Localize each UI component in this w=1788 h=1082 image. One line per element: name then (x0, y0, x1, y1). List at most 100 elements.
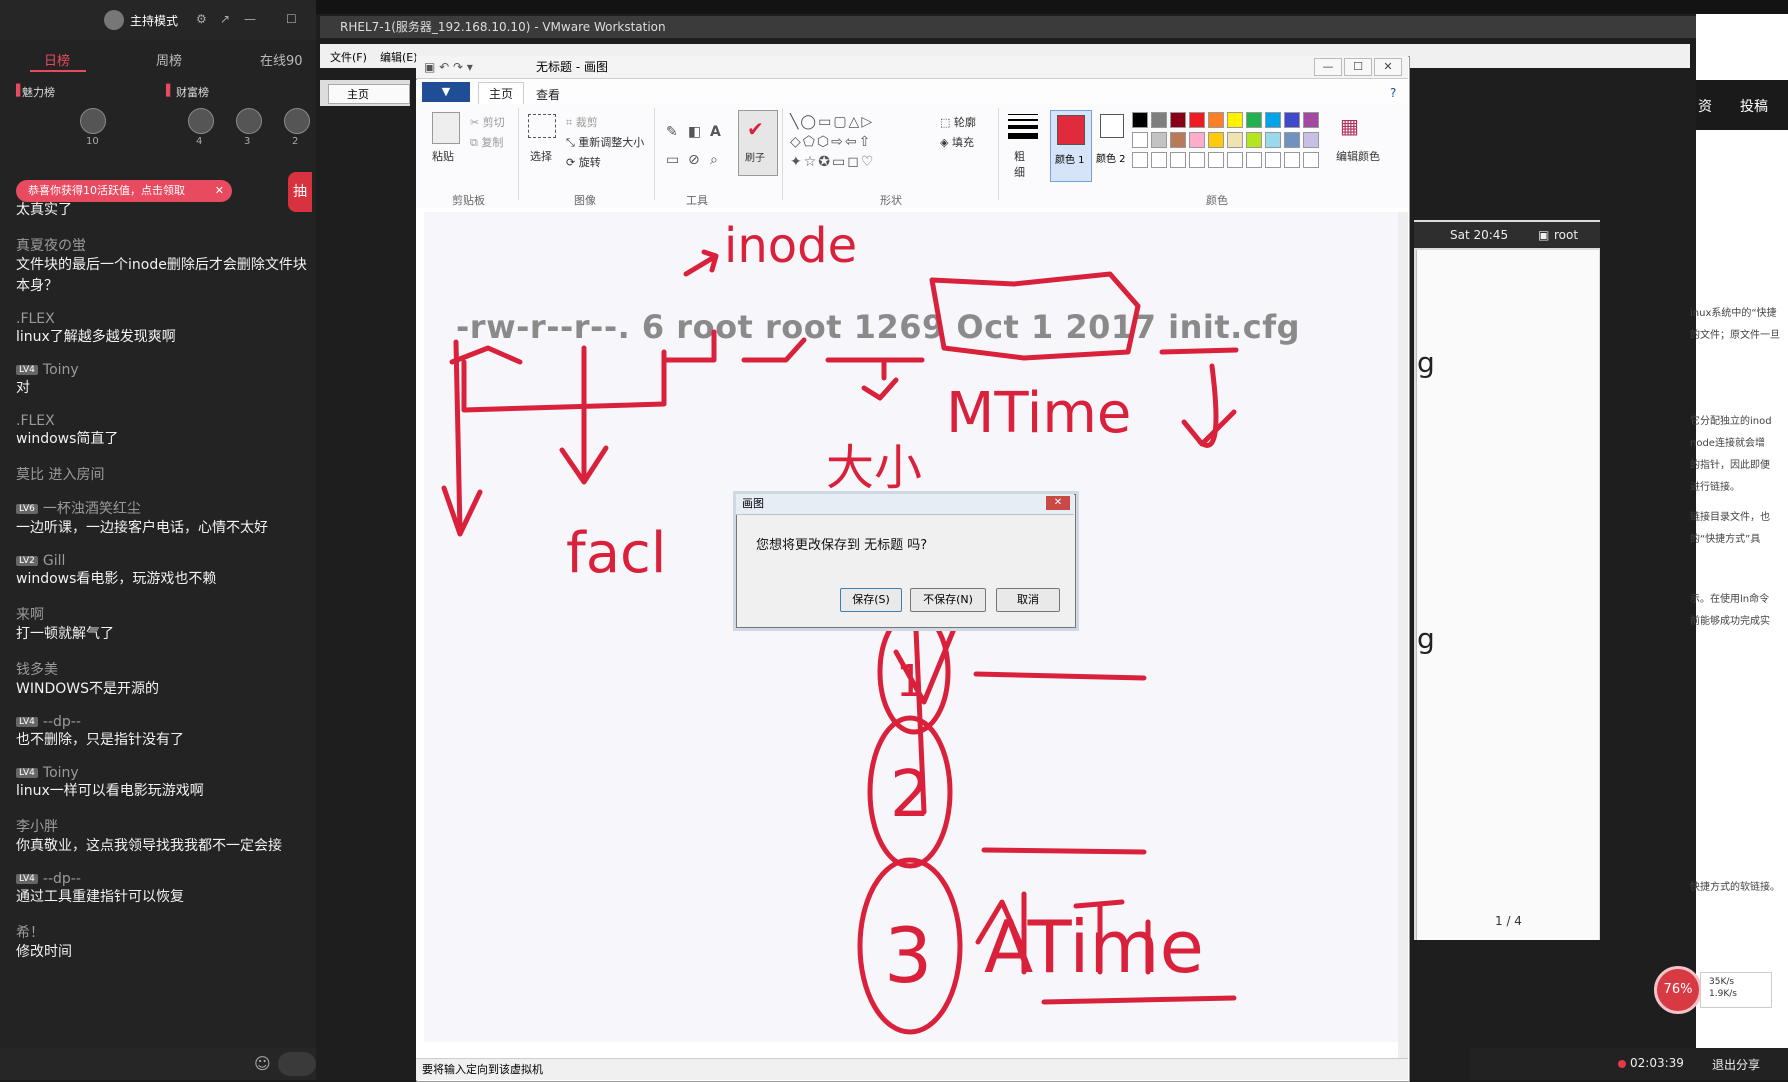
palette-swatch[interactable] (1170, 132, 1186, 148)
tab-weekly[interactable]: 周榜 (156, 50, 182, 69)
palette-swatch[interactable] (1303, 132, 1319, 148)
cut-button[interactable]: ✂ 剪切 (470, 114, 505, 130)
tab-daily[interactable]: 日榜 (44, 50, 70, 69)
share-icon[interactable]: ↗ (220, 12, 230, 26)
palette-swatch-empty[interactable] (1227, 152, 1243, 168)
palette-swatch[interactable] (1132, 132, 1148, 148)
rank-avatar[interactable] (284, 108, 310, 134)
palette-swatch[interactable] (1132, 112, 1148, 128)
menu-file[interactable]: 文件(F) (330, 49, 367, 65)
reward-toast[interactable]: 恭喜你获得10活跃值，点击领取 ✕ (16, 180, 232, 202)
cancel-button[interactable]: 取消 (996, 588, 1060, 612)
palette-swatch[interactable] (1189, 112, 1205, 128)
size-button[interactable]: 粗细 (1014, 148, 1028, 180)
paste-button[interactable]: 粘贴 (432, 148, 454, 164)
lottery-button[interactable]: 抽 (288, 172, 312, 212)
palette-swatch-empty[interactable] (1284, 152, 1300, 168)
palette-swatch-empty[interactable] (1151, 152, 1167, 168)
size-icon[interactable] (1008, 114, 1038, 140)
palette-swatch[interactable] (1265, 112, 1281, 128)
palette-swatch[interactable] (1227, 132, 1243, 148)
palette-swatch-empty[interactable] (1189, 152, 1205, 168)
header-item[interactable]: 资 (1698, 96, 1712, 116)
minimize-button[interactable]: — (1314, 58, 1342, 76)
chat-input[interactable] (278, 1052, 316, 1076)
palette-swatch[interactable] (1208, 112, 1224, 128)
palette-swatch[interactable] (1227, 112, 1243, 128)
fill-icon[interactable]: ◧ (688, 124, 701, 140)
rank-avatar[interactable] (188, 108, 214, 134)
palette-swatch-empty[interactable] (1208, 152, 1224, 168)
quick-access-icons[interactable]: ▣ ↶ ↷ ▾ (424, 56, 473, 78)
palette-swatch-empty[interactable] (1170, 152, 1186, 168)
wealth-rank-tab[interactable]: 财富榜 (176, 84, 209, 100)
rotate-button[interactable]: ⟳ 旋转 (566, 154, 601, 170)
palette-swatch-empty[interactable] (1246, 152, 1262, 168)
net-up: 35K/s (1709, 977, 1735, 987)
paste-icon[interactable] (432, 112, 460, 144)
header-item[interactable]: 投稿 (1740, 96, 1768, 116)
maximize-icon[interactable]: ☐ (286, 12, 297, 26)
crop-button[interactable]: ⌗ 裁剪 (566, 114, 598, 130)
rank-avatar[interactable] (236, 108, 262, 134)
settings-icon[interactable]: ⚙ (196, 12, 207, 26)
edit-colors-button[interactable]: 编辑颜色 (1336, 148, 1380, 164)
article-line: 的“快捷方式”具 (1690, 534, 1761, 545)
magnifier-icon[interactable]: ⌕ (710, 152, 718, 168)
pencil-icon[interactable]: ✎ (666, 124, 678, 140)
dialog-close-button[interactable]: ✕ (1046, 496, 1070, 510)
emoji-icon[interactable]: ☺ (254, 1054, 271, 1073)
color1-button[interactable]: 颜色 1 (1050, 110, 1092, 182)
outline-button[interactable]: ⬚ 轮廓 (940, 114, 976, 130)
help-icon[interactable]: ? (1390, 86, 1396, 100)
close-button[interactable]: ✕ (1374, 58, 1402, 76)
text-icon[interactable]: A (710, 124, 721, 140)
exit-share-button[interactable]: 退出分享 (1712, 1056, 1760, 1073)
palette-swatch[interactable] (1151, 112, 1167, 128)
menu-edit[interactable]: 编辑(E) (380, 49, 418, 65)
select-icon[interactable] (528, 114, 556, 138)
maximize-button[interactable]: ☐ (1344, 58, 1372, 76)
palette-swatch[interactable] (1303, 112, 1319, 128)
copy-button[interactable]: ⧉ 复制 (470, 134, 503, 150)
palette-swatch[interactable] (1265, 132, 1281, 148)
dont-save-button[interactable]: 不保存(N) (910, 588, 986, 612)
brush-button[interactable]: ✔ 刷子 (738, 110, 778, 176)
cpu-usage-badge[interactable]: 76% (1654, 966, 1702, 1014)
palette-swatch-empty[interactable] (1303, 152, 1319, 168)
tab-home[interactable]: 主页 (328, 84, 410, 104)
save-button[interactable]: 保存(S) (840, 588, 902, 612)
palette-swatch[interactable] (1208, 132, 1224, 148)
resize-button[interactable]: ⤡ 重新调整大小 (566, 134, 644, 150)
palette-swatch[interactable] (1246, 132, 1262, 148)
eraser-icon[interactable]: ▭ (666, 152, 679, 168)
palette-swatch[interactable] (1284, 112, 1300, 128)
palette-swatch-empty[interactable] (1265, 152, 1281, 168)
charm-rank-tab[interactable]: 魅力榜 (22, 84, 55, 100)
minimize-icon[interactable]: — (244, 12, 256, 26)
palette-swatch[interactable] (1189, 132, 1205, 148)
select-button[interactable]: 选择 (530, 148, 552, 164)
color-picker-icon[interactable]: ⊘ (688, 152, 700, 168)
rank-avatar[interactable] (80, 108, 106, 134)
close-icon[interactable]: ✕ (215, 180, 224, 202)
message-text: 一边听课，一边接客户电话，心情不太好 (16, 520, 268, 536)
shapes-gallery[interactable]: ╲◯▭▢△▷ ◇⬠⬡⇨⇦⇧ ✦☆✪▭◻♡ (790, 112, 926, 172)
palette-swatch[interactable] (1151, 132, 1167, 148)
file-menu-button[interactable]: ▼ (422, 82, 470, 102)
palette-swatch[interactable] (1170, 112, 1186, 128)
host-avatar[interactable] (104, 10, 124, 30)
tab-online[interactable]: 在线90 (260, 50, 303, 69)
message-text: windows简直了 (16, 431, 119, 447)
color2-button[interactable]: 颜色 2 (1096, 110, 1128, 180)
palette-swatch[interactable] (1284, 132, 1300, 148)
fill-button[interactable]: ◈ 填充 (940, 134, 974, 150)
palette-swatch[interactable] (1246, 112, 1262, 128)
guest-user[interactable]: root (1554, 222, 1578, 248)
edit-colors-icon[interactable]: ▦ (1340, 114, 1380, 144)
palette-swatch-empty[interactable] (1132, 152, 1148, 168)
guest-clock: Sat 20:45 (1450, 228, 1509, 242)
tab-home[interactable]: 主页 (478, 82, 525, 105)
tab-view[interactable]: 查看 (536, 86, 560, 103)
color-palette[interactable] (1132, 112, 1332, 172)
